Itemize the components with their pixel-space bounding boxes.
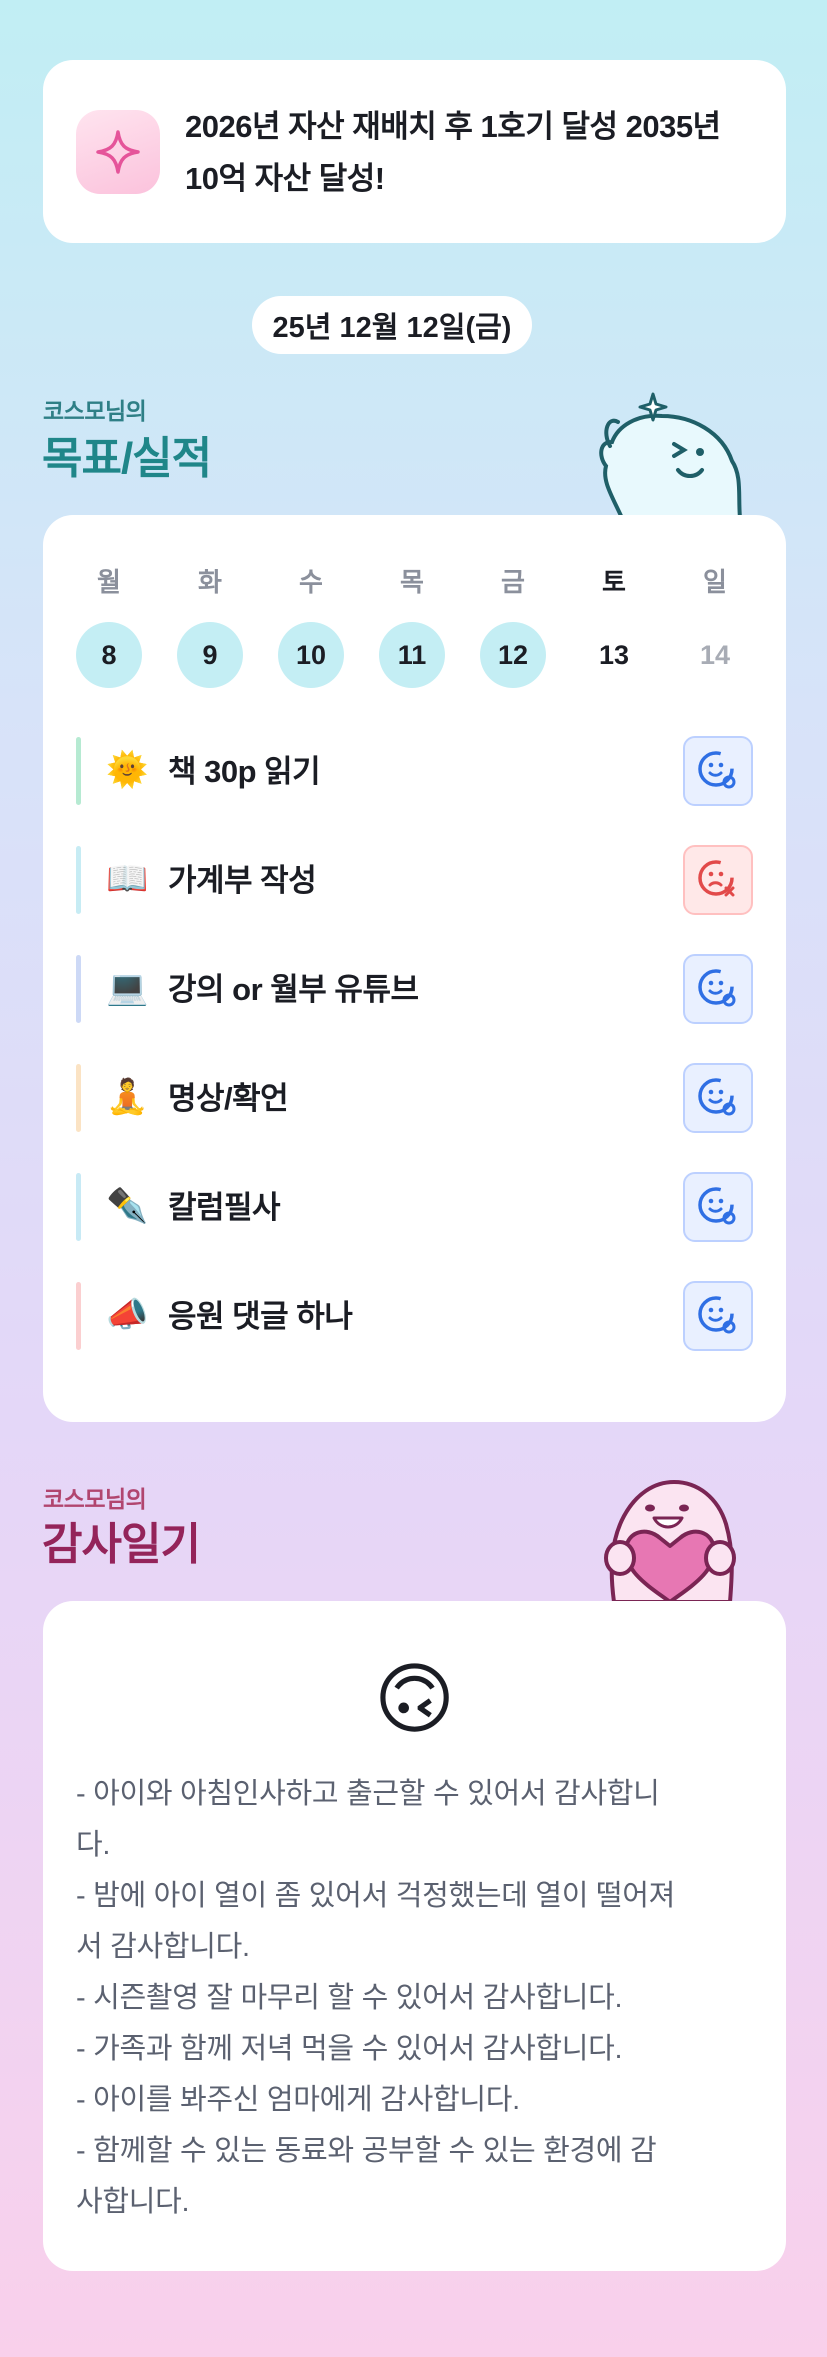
- status-done-icon[interactable]: [683, 1281, 753, 1351]
- task-row[interactable]: ✒️ 칼럼필사: [76, 1172, 753, 1242]
- gratitude-card: 🙃 - 아이와 아침인사하고 출근할 수 있어서 감사합니 다. - 밤에 아이…: [43, 1601, 786, 2271]
- task-color-bar: [76, 1282, 81, 1350]
- mascot-heart-illustration: [604, 1479, 736, 1602]
- task-row[interactable]: 🧘 명상/확언: [76, 1063, 753, 1133]
- date-chip-13[interactable]: 13: [581, 622, 647, 688]
- task-color-bar: [76, 737, 81, 805]
- task-label: 응원 댓글 하나: [168, 1299, 353, 1334]
- status-done-icon[interactable]: [683, 1063, 753, 1133]
- date-chip-9[interactable]: 9: [177, 622, 243, 688]
- goals-owner-label: 코스모님의: [43, 398, 147, 424]
- gratitude-line: - 함께할 수 있는 동료와 공부할 수 있는 환경에 감: [76, 2135, 657, 2167]
- goal-text: 2026년 자산 재배치 후 1호기 달성 2035년 10억 자산 달성!: [185, 109, 721, 196]
- weekday-sun: 일: [703, 567, 727, 597]
- date-chip-10[interactable]: 10: [278, 622, 344, 688]
- task-row[interactable]: 📖 가계부 작성: [76, 845, 753, 915]
- task-label: 강의 or 월부 유튜브: [168, 972, 419, 1007]
- laptop-icon: 💻: [106, 969, 149, 1007]
- task-color-bar: [76, 1064, 81, 1132]
- weekday-thu: 목: [400, 567, 424, 597]
- gratitude-line: 서 감사합니다.: [76, 1931, 250, 1963]
- gratitude-text: - 아이와 아침인사하고 출근할 수 있어서 감사합니 다. - 밤에 아이 열…: [76, 1769, 766, 2228]
- mascot-waving-illustration: [599, 392, 743, 518]
- weekday-fri: 금: [501, 567, 525, 597]
- task-label: 책 30p 읽기: [168, 754, 321, 789]
- sun-icon: 🌞: [106, 751, 149, 789]
- date-chip-8[interactable]: 8: [76, 622, 142, 688]
- date-chip-12[interactable]: 12: [480, 622, 546, 688]
- gratitude-line: - 시즌촬영 잘 마무리 할 수 있어서 감사합니다.: [76, 1982, 623, 2014]
- status-done-icon[interactable]: [683, 1172, 753, 1242]
- task-row[interactable]: 📣 응원 댓글 하나: [76, 1281, 753, 1351]
- date-chip-14[interactable]: 14: [682, 622, 748, 688]
- pen-icon: ✒️: [106, 1187, 149, 1225]
- weekday-mon: 월: [97, 567, 121, 597]
- meditation-icon: 🧘: [106, 1078, 149, 1116]
- task-label: 명상/확언: [168, 1081, 289, 1116]
- sparkle-icon: [76, 110, 160, 194]
- gratitude-line: - 밤에 아이 열이 좀 있어서 걱정했는데 열이 떨어져: [76, 1880, 676, 1912]
- status-failed-icon[interactable]: [683, 845, 753, 915]
- task-row[interactable]: 🌞 책 30p 읽기: [76, 736, 753, 806]
- date-pill[interactable]: 25년 12월 12일(금): [252, 296, 532, 354]
- status-done-icon[interactable]: [683, 954, 753, 1024]
- goal-banner[interactable]: 2026년 자산 재배치 후 1호기 달성 2035년 10억 자산 달성!: [43, 60, 786, 243]
- gratitude-section-title: 감사일기: [42, 1520, 201, 1569]
- task-color-bar: [76, 955, 81, 1023]
- gratitude-line: - 가족과 함께 저녁 먹을 수 있어서 감사합니다.: [76, 2033, 623, 2065]
- gratitude-line: - 아이를 봐주신 엄마에게 감사합니다.: [76, 2084, 520, 2116]
- goals-card: 월 화 수 목 금 토 일 8 9 10 11 12 13 14 🌞 책 30p…: [43, 515, 786, 1422]
- gratitude-line: - 아이와 아침인사하고 출근할 수 있어서 감사합니: [76, 1778, 660, 1810]
- mood-icon: 🙃: [373, 1655, 456, 1743]
- task-color-bar: [76, 1173, 81, 1241]
- gratitude-line: 다.: [76, 1829, 111, 1861]
- megaphone-icon: 📣: [106, 1296, 149, 1334]
- task-label: 칼럼필사: [168, 1190, 281, 1225]
- gratitude-line: 사합니다.: [76, 2186, 190, 2218]
- weekday-tue: 화: [198, 567, 222, 597]
- weekday-sat: 토: [602, 567, 626, 597]
- status-done-icon[interactable]: [683, 736, 753, 806]
- goals-section-title: 목표/실적: [42, 434, 212, 483]
- book-icon: 📖: [106, 860, 149, 898]
- task-label: 가계부 작성: [168, 863, 317, 898]
- weekday-wed: 수: [299, 567, 323, 597]
- task-color-bar: [76, 846, 81, 914]
- task-row[interactable]: 💻 강의 or 월부 유튜브: [76, 954, 753, 1024]
- date-chip-11[interactable]: 11: [379, 622, 445, 688]
